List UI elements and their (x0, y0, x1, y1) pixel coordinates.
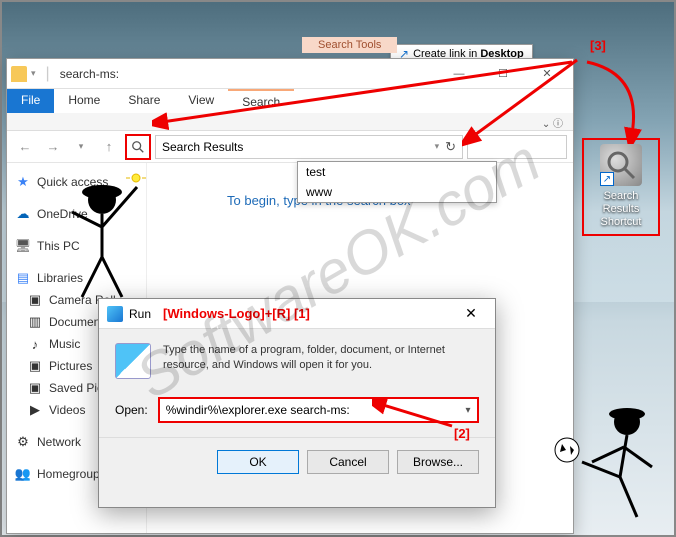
address-icon-highlight[interactable] (125, 134, 151, 160)
search-icon (131, 140, 145, 154)
forward-button[interactable]: → (41, 135, 65, 159)
tab-home[interactable]: Home (54, 89, 114, 113)
tab-view[interactable]: View (174, 89, 228, 113)
pic-icon: ▣ (27, 358, 43, 374)
run-icon (107, 306, 123, 322)
run-title-text: Run (129, 307, 151, 321)
sidebar-item-libraries[interactable]: ▤Libraries (7, 267, 146, 289)
run-input-highlight: ▾ (158, 397, 479, 423)
run-app-icon (115, 343, 151, 379)
minimize-button[interactable]: — (437, 60, 481, 88)
suggestion-item[interactable]: test (298, 162, 496, 182)
sidebar-item-quick-access[interactable]: ★Quick access (7, 171, 146, 193)
refresh-icon[interactable]: ↻ (445, 139, 456, 155)
close-button[interactable]: ✕ (525, 60, 569, 88)
maximize-button[interactable]: ☐ (481, 60, 525, 88)
address-text: Search Results (162, 140, 243, 154)
library-icon: ▤ (15, 270, 31, 286)
run-dialog: Run [Windows-Logo]+[R] [1] ✕ Type the na… (98, 298, 496, 508)
recent-dropdown[interactable]: ▾ (69, 135, 93, 159)
contextual-tab-header: Search Tools (302, 37, 397, 53)
up-button[interactable]: ↑ (97, 135, 121, 159)
browse-button[interactable]: Browse... (397, 450, 479, 474)
shortcut-label: Search ResultsShortcut (586, 190, 656, 230)
annotation-1: [Windows-Logo]+[R] [1] (163, 306, 310, 321)
video-icon: ▶ (27, 402, 43, 418)
address-dropdown-icon[interactable]: ▾ (435, 141, 440, 152)
run-input[interactable] (160, 403, 459, 417)
run-description: Type the name of a program, folder, docu… (163, 343, 479, 374)
window-title: search-ms: (60, 67, 119, 81)
homegroup-icon: 👥 (15, 466, 31, 482)
camera-icon: ▣ (27, 292, 43, 308)
shortcut-search-icon: ↗ (600, 144, 642, 186)
annotation-2: [2] (454, 426, 470, 441)
ok-button[interactable]: OK (217, 450, 299, 474)
ribbon-tabs: File Home Share View Search (7, 89, 573, 113)
open-label: Open: (115, 403, 148, 417)
run-dropdown-icon[interactable]: ▾ (459, 405, 477, 416)
run-titlebar[interactable]: Run [Windows-Logo]+[R] [1] ✕ (99, 299, 495, 329)
qat-dropdown-icon[interactable]: ▾ (31, 68, 36, 79)
search-input[interactable] (467, 135, 567, 159)
nav-toolbar: ← → ▾ ↑ Search Results ▾ ↻ (7, 131, 573, 163)
sidebar-item-this-pc[interactable]: 🖥This PC (7, 235, 146, 257)
network-icon: ⚙ (15, 434, 31, 450)
music-icon: ♪ (27, 336, 43, 352)
folder-icon (11, 66, 27, 82)
back-button[interactable]: ← (13, 135, 37, 159)
tab-file[interactable]: File (7, 89, 54, 113)
ribbon-toggle-icon[interactable]: ⌄ ⓘ (542, 115, 563, 130)
annotation-3: [3] (590, 38, 606, 53)
suggestion-item[interactable]: www (298, 182, 496, 202)
doc-icon: ▥ (27, 314, 43, 330)
titlebar[interactable]: ▾ | search-ms: — ☐ ✕ (7, 59, 573, 89)
address-bar[interactable]: Search Results ▾ ↻ (155, 135, 463, 159)
tab-search[interactable]: Search (228, 89, 294, 113)
cloud-icon: ☁ (15, 206, 31, 222)
pc-icon: 🖥 (15, 238, 31, 254)
desktop-shortcut[interactable]: ↗ Search ResultsShortcut (582, 138, 660, 236)
shortcut-overlay-icon: ↗ (600, 172, 614, 186)
sidebar-item-onedrive[interactable]: ☁OneDrive (7, 203, 146, 225)
tab-share[interactable]: Share (114, 89, 174, 113)
run-close-button[interactable]: ✕ (455, 302, 487, 326)
star-icon: ★ (15, 174, 31, 190)
saved-icon: ▣ (27, 380, 43, 396)
search-suggestions: test www (297, 161, 497, 203)
cancel-button[interactable]: Cancel (307, 450, 389, 474)
